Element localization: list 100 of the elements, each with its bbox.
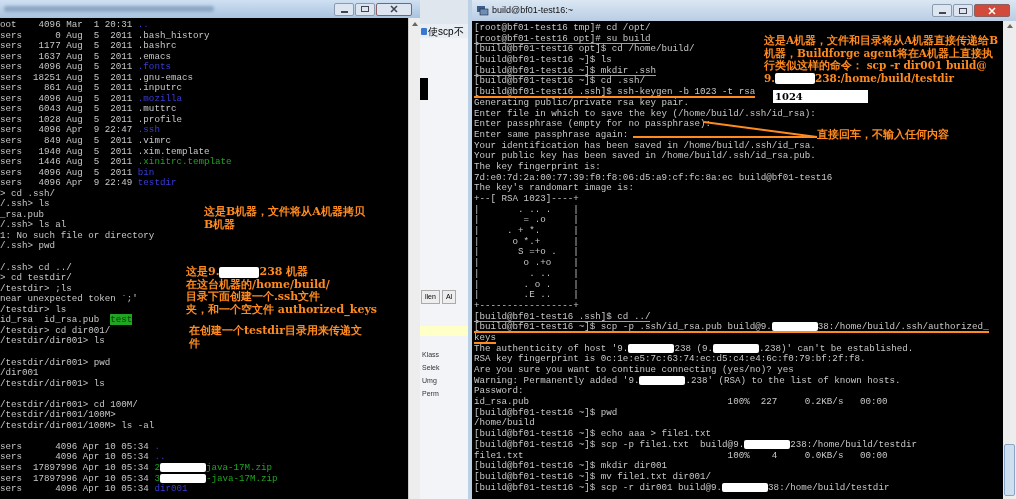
terminal-text: sers 4096 Aug 5 2011 (0, 166, 134, 178)
close-icon[interactable] (376, 2, 412, 16)
file-name: .xinitrc.template (137, 156, 232, 168)
terminal-text: Warning: Permanently added '9. (474, 374, 640, 386)
file-name: java-17M.zip (205, 461, 273, 473)
terminal-text: 9. (764, 71, 775, 84)
terminal-text: 在创建一个testdir目录用来传递文 (189, 324, 363, 337)
terminal-text: > cd .ssh/ (0, 187, 56, 199)
terminal-text: Enter same passphrase again: (474, 128, 629, 140)
terminal-text: | o *.+ | (474, 235, 579, 247)
redaction-block (639, 375, 686, 385)
terminal-text: RSA key fingerprint is 0c:1e:e5:7c:63:74:ec:d5:c4:e4:6c:f0:79:bf:2f:f8. (474, 353, 866, 365)
terminal-text: /.ssh> ls (0, 198, 50, 210)
correction-label: 1024 (773, 90, 868, 103)
terminal-text: .238' (RSA) to the list of known hosts. (685, 374, 901, 386)
highlighted-text: test (110, 314, 133, 326)
tab-label[interactable]: 使scp不 (428, 23, 464, 39)
terminal-text: id_rsa id_rsa.pub (0, 314, 101, 326)
terminal-text: /testdir/dir001/100M> (0, 409, 116, 421)
redaction-block (774, 73, 815, 84)
terminal-text: sers 18251 Aug 5 2011 .gnu-emacs (0, 71, 193, 83)
close-icon[interactable] (974, 4, 1010, 17)
terminal-text: /testdir/dir001> pwd (0, 356, 111, 368)
directory-name: dir001 (154, 483, 188, 495)
terminal-text: [build@bf01-test16 ~]$ echo aaa > file1.txt (474, 428, 712, 440)
terminal-text: [root@bf01-test16 tmp]# cd /opt/ (474, 22, 651, 33)
minimize-icon[interactable] (334, 2, 354, 16)
terminal-text: sers 4096 Apr 10 05:34 (0, 440, 150, 452)
terminal-text: sers 4096 Apr 10 05:34 (0, 483, 150, 495)
terminal-text: 行类似这样的命令： scp -r dir001 build@ (764, 59, 987, 71)
scroll-thumb[interactable] (1004, 444, 1015, 496)
directory-name: bin (137, 166, 155, 178)
scroll-up-icon[interactable] (1006, 24, 1013, 28)
directory-name: .. (137, 19, 149, 30)
terminal-text: B机器 (204, 217, 236, 231)
terminal-text: near unexpected token `;' (0, 293, 138, 305)
maximize-icon[interactable] (355, 2, 375, 16)
maximize-icon[interactable] (953, 4, 973, 17)
redaction-block (159, 473, 206, 483)
window-title: build@bf01-test16:~ (492, 3, 573, 17)
terminal-text: file1.txt 100% 4 0.0KB/s 00:00 (474, 449, 888, 461)
terminal-text: [build@bf01-test16 ~]$ ls (474, 54, 612, 66)
redaction-block (159, 463, 206, 473)
terminal-text: [build@bf01-test16 ~]$ mkdir .ssh (474, 64, 656, 76)
terminal-text: /testdir> ;ls (0, 282, 72, 294)
terminal-text: /testdir/dir001> cd 100M/ (0, 398, 138, 410)
terminal-text: _rsa.pub (0, 208, 45, 220)
terminal-text: 1: No such file or directory (0, 229, 155, 241)
minimize-icon[interactable] (932, 4, 952, 17)
terminal-text: sers 861 Aug 5 2011 .inputrc (0, 82, 182, 94)
terminal-text: sers 4096 Aug 5 2011 (0, 61, 134, 73)
terminal-text: 这是B机器，文件将从A机器拷贝 (204, 205, 365, 218)
terminal-text: The key's randomart image is: (474, 182, 634, 194)
terminal-text: /testdir> ls (0, 303, 67, 315)
terminal-text: Enter file in which to save the key (/home/build/.ssh/id_rsa): (474, 107, 816, 119)
terminal-text: 这是9. (186, 265, 220, 278)
terminal-text: 件 (189, 336, 200, 350)
scrollbar[interactable] (408, 18, 420, 499)
scrollbar[interactable] (1003, 21, 1016, 499)
redaction-block (628, 343, 675, 353)
terminal-text: 238:/home/build/testdir (814, 71, 955, 84)
terminal-text: Enter passphrase (empty for no passphrase): (474, 118, 712, 130)
tab[interactable]: 使scp不 (420, 24, 468, 38)
dark-bar (420, 78, 428, 100)
terminal-text: [build@bf01-test16 ~]$ mv file1.txt dir001/ (474, 470, 712, 482)
terminal-text: sers 4096 Apr 9 22:49 (0, 177, 134, 189)
terminal-text: /dir001 (0, 367, 39, 379)
directory-name: .fonts (137, 61, 171, 73)
terminal-text: [build@bf01-test16 ~]$ scp -p .ssh/id_rsa.pub build@9. (474, 321, 772, 333)
highlight-strip (420, 326, 468, 336)
terminal-text: [build@bf01-test16 .ssh]$ cd ../ (474, 310, 651, 322)
terminal-text: 夹，和一个空文件 authorized_keys (186, 302, 377, 316)
terminal-text: sers 1028 Aug 5 2011 .profile (0, 113, 182, 125)
terminal-text: 机器，Buildforge agent将在A机器上直接执 (764, 46, 993, 59)
terminal-text: [build@bf01-test16 ~]$ cd .ssh/ (474, 75, 645, 87)
terminal-text: | . .. . | (474, 203, 579, 215)
terminal-text: sers 849 Aug 5 2011 .vimrc (0, 135, 171, 146)
redaction-block (771, 322, 818, 332)
terminal-text: 238 机器 (259, 265, 309, 278)
terminal-text: sers 17897996 Apr 10 05:34 (0, 472, 150, 484)
terminal-text: oot 4096 Mar 1 20:31 (0, 19, 134, 30)
terminal-text: /.ssh> cd ../ (0, 261, 72, 273)
redaction-block (744, 439, 791, 449)
terminal-text: +--[ RSA 1023]----+ (474, 193, 579, 204)
terminal-text: [build@bf01-test16 ~]$ pwd (474, 406, 618, 418)
directory-name: .. (154, 451, 166, 463)
file-name: 2 (154, 461, 160, 473)
terminal-text: /testdir/dir001> ls (0, 377, 105, 389)
terminal-text: .238)' can't be established. (759, 342, 914, 354)
terminal-text: [build@bf01-test16 ~]$ scp -p file1.txt build@9. (474, 438, 745, 450)
terminal-text: +-----------------+ (474, 299, 579, 311)
app-icon (421, 27, 427, 35)
terminal-text: sers 1940 Aug 5 2011 .xim.template (0, 145, 210, 157)
terminal-text: The authenticity of host '9. (474, 342, 629, 354)
terminal-text: /testdir> cd dir001/ (0, 324, 111, 336)
directory-name: .ssh (137, 124, 160, 136)
terminal-text: 直接回车，不输入任何内容 (817, 128, 949, 141)
terminal-text: /home/build (474, 417, 535, 429)
terminal-text: sers 4096 Apr 9 22:47 (0, 124, 134, 136)
terminal-text: [build@bf01-test16 ~]$ scp -r dir001 build@9. (474, 481, 723, 493)
